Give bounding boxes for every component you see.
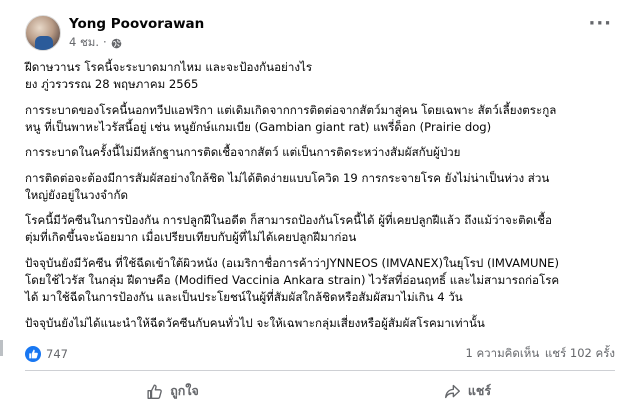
post-time[interactable]: 4 ชม. (69, 34, 99, 50)
paragraph-line: ได้ มาใช้ฉีดในการป้องกัน และเป็นประโยชน์… (25, 289, 463, 304)
facebook-post: Yong Poovorawan 4 ชม. · ··· ฝีดาษวานร โร… (0, 0, 633, 415)
post-stats: 747 1 ความคิดเห็น แชร์ 102 ครั้ง (25, 344, 615, 364)
scroll-indicator (0, 340, 3, 356)
post-body: ฝีดาษวานร โรคนี้จะระบาดมากไหม และจะป้องก… (25, 59, 615, 340)
post-paragraphs: การระบาดของโรคนี้นอกทวีปแอฟริกา แต่เดิมเ… (25, 102, 615, 332)
post-byline: ยง ภู่วรวรรณ 28 พฤษภาคม 2565 (25, 77, 199, 91)
like-button[interactable]: ถูกใจ (25, 374, 320, 408)
post-paragraph: ปัจจุบันยังไม่ได้แนะนำให้ฉีดวัคซีนกับคนท… (25, 315, 615, 332)
post-header: Yong Poovorawan 4 ชม. · (25, 15, 204, 51)
paragraph-line: โรคนี้มีวัคซีนในการป้องกัน การปลูกฝีในอด… (25, 213, 552, 228)
comment-count[interactable]: 1 ความคิดเห็น (466, 346, 540, 360)
paragraph-line: การติดต่อจะต้องมีการสัมผัสอย่างใกล้ชิด ไ… (25, 170, 550, 185)
paragraph-line: การระบาดของโรคนี้นอกทวีปแอฟริกา แต่เดิมเ… (25, 102, 557, 117)
like-button-label: ถูกใจ (170, 383, 199, 398)
author-name[interactable]: Yong Poovorawan (69, 16, 204, 33)
paragraph-line: ปัจจุบันยังมีวัคซีน ที่ใช้ฉีดเข้าใต้ผิวห… (25, 255, 560, 270)
paragraph-line: ปัจจุบันยังไม่ได้แนะนำให้ฉีดวัคซีนกับคนท… (25, 315, 485, 330)
post-paragraph: ปัจจุบันยังมีวัคซีน ที่ใช้ฉีดเข้าใต้ผิวห… (25, 255, 615, 306)
post-paragraph: การระบาดในครั้งนี้ไม่มีหลักฐานการติดเชื้… (25, 144, 615, 161)
globe-icon[interactable] (111, 37, 122, 48)
post-title-block: ฝีดาษวานร โรคนี้จะระบาดมากไหม และจะป้องก… (25, 59, 615, 93)
share-button-label: แชร์ (467, 383, 492, 398)
thumbs-up-icon (147, 383, 163, 399)
avatar[interactable] (25, 15, 61, 51)
post-paragraph: โรคนี้มีวัคซีนในการป้องกัน การปลูกฝีในอด… (25, 212, 615, 246)
author-meta: Yong Poovorawan 4 ชม. · (69, 16, 204, 50)
post-paragraph: การระบาดของโรคนี้นอกทวีปแอฟริกา แต่เดิมเ… (25, 102, 615, 136)
actions-divider (25, 370, 615, 371)
reaction-count: 747 (46, 347, 68, 361)
paragraph-line: โดยใช้ไวรัส ในกลุ่ม ฝีดาษคือ (Modified V… (25, 272, 560, 287)
post-actions: ถูกใจ แชร์ (25, 374, 615, 408)
paragraph-line: ตุ่มที่เกิดขึ้นจะน้อยมาก เมื่อเปรียบเทีย… (25, 230, 357, 245)
post-meta: 4 ชม. · (69, 34, 204, 50)
share-count[interactable]: แชร์ 102 ครั้ง (545, 346, 615, 360)
share-arrow-icon (444, 384, 460, 398)
paragraph-line: ใหญ่ยังอยู่ในวงจำกัด (25, 187, 129, 202)
more-options-icon[interactable]: ··· (588, 15, 612, 33)
paragraph-line: หนู ที่เป็นพาหะไวรัสนี้อยู่ เช่น หนูยักษ… (25, 119, 492, 134)
like-icon (25, 346, 41, 362)
post-title: ฝีดาษวานร โรคนี้จะระบาดมากไหม และจะป้องก… (25, 60, 313, 74)
meta-separator: · (103, 35, 107, 49)
share-button[interactable]: แชร์ (320, 374, 615, 408)
engagement-counts: 1 ความคิดเห็น แชร์ 102 ครั้ง (464, 345, 616, 363)
post-paragraph: การติดต่อจะต้องมีการสัมผัสอย่างใกล้ชิด ไ… (25, 170, 615, 204)
paragraph-line: การระบาดในครั้งนี้ไม่มีหลักฐานการติดเชื้… (25, 145, 461, 160)
reactions-summary[interactable]: 747 (25, 346, 68, 362)
